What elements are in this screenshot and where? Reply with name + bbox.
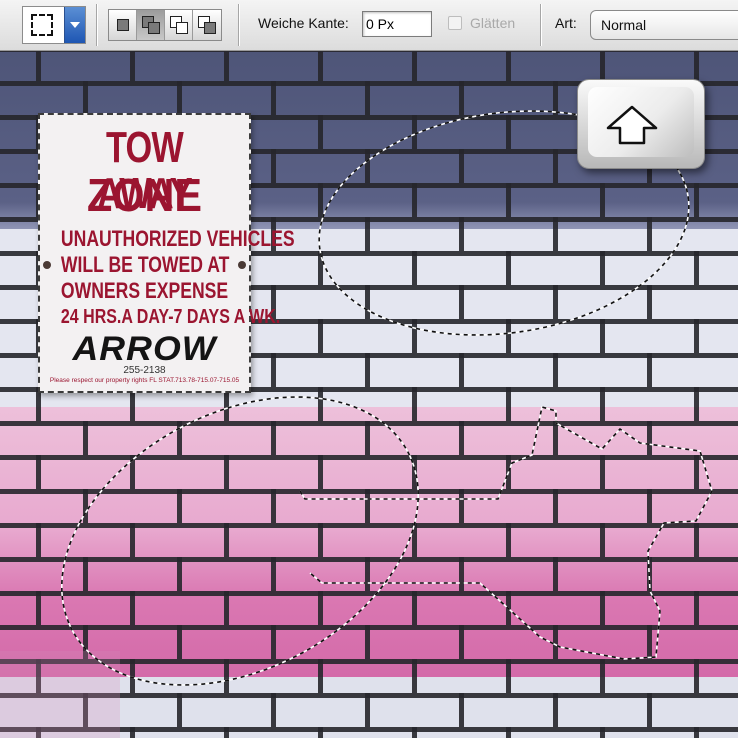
feather-input[interactable]: [362, 11, 432, 37]
divider: [540, 4, 541, 46]
subtract-from-selection-icon-part: [176, 22, 188, 34]
style-select[interactable]: Normal: [590, 10, 738, 40]
style-select-value: Normal: [601, 17, 647, 33]
divider: [238, 4, 239, 46]
subtract-from-selection-button[interactable]: [165, 10, 193, 40]
add-to-selection-icon-part: [148, 22, 160, 34]
new-selection-icon: [117, 19, 129, 31]
options-bar: Weiche Kante: Glätten Art: Normal: [0, 0, 738, 51]
document-canvas[interactable]: TOW AWAY ZONE UNAUTHORIZED VEHICLES WILL…: [0, 51, 738, 738]
rectangular-marquee-icon: [31, 14, 53, 36]
new-selection-button[interactable]: [109, 10, 137, 40]
antialias-checkbox[interactable]: [448, 16, 462, 30]
tool-preset-picker[interactable]: [22, 6, 86, 44]
intersect-selection-icon-part: [204, 22, 216, 34]
divider: [96, 4, 97, 46]
feather-label: Weiche Kante:: [258, 15, 349, 31]
shift-key-overlay: [577, 79, 705, 169]
style-label: Art:: [555, 15, 577, 31]
chevron-down-icon: [70, 22, 80, 28]
selection-mode-group: [108, 9, 222, 41]
antialias-label: Glätten: [470, 15, 516, 31]
tool-preset-dropdown-button[interactable]: [64, 7, 85, 43]
shift-arrow-icon: [606, 105, 658, 145]
intersect-selection-button[interactable]: [193, 10, 221, 40]
add-to-selection-button[interactable]: [137, 10, 165, 40]
